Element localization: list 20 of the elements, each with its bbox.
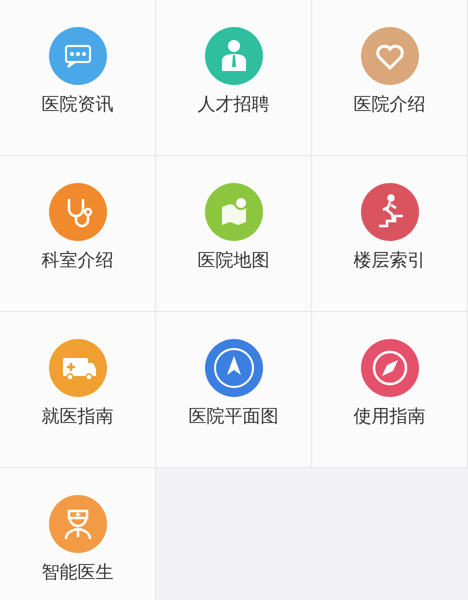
menu-label: 智能医生	[42, 561, 114, 584]
menu-tile[interactable]: 人才招聘	[156, 0, 312, 156]
menu-label: 医院介绍	[354, 93, 426, 116]
menu-tile[interactable]: 智能医生	[0, 468, 156, 600]
menu-tile[interactable]: 楼层索引	[312, 156, 468, 312]
menu-tile[interactable]: 科室介绍	[0, 156, 156, 312]
menu-label: 使用指南	[354, 405, 426, 428]
menu-tile[interactable]: 就医指南	[0, 312, 156, 468]
menu-tile[interactable]: 医院资讯	[0, 0, 156, 156]
menu-tile[interactable]: 医院平面图	[156, 312, 312, 468]
menu-label: 就医指南	[42, 405, 114, 428]
menu-tile[interactable]: 使用指南	[312, 312, 468, 468]
menu-label: 医院资讯	[42, 93, 114, 116]
menu-tile[interactable]: 医院介绍	[312, 0, 468, 156]
menu-label: 医院平面图	[188, 405, 278, 428]
menu-label: 人才招聘	[198, 93, 270, 116]
menu-label: 楼层索引	[354, 249, 426, 272]
menu-label: 科室介绍	[42, 249, 114, 272]
menu-tile[interactable]: 医院地图	[156, 156, 312, 312]
menu-label: 医院地图	[198, 249, 270, 272]
